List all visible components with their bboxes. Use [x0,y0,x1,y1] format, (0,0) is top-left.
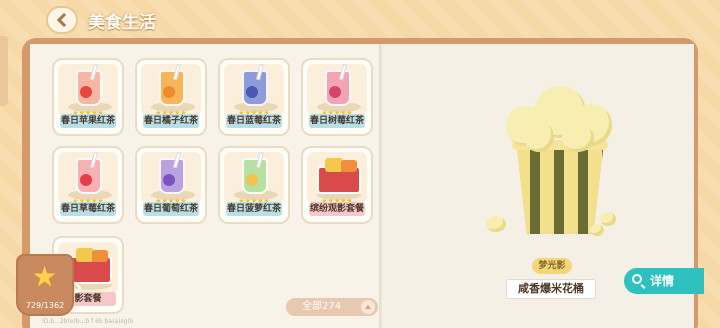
fruit-icon [246,86,258,98]
food-card[interactable]: ★★★★★ 春日橘子红茶 [135,58,207,136]
details-button[interactable]: 详情 [624,268,704,294]
food-card[interactable]: ★★★★★ 缤纷观影套餐 [301,146,373,224]
bucket [516,142,604,234]
popcorn-piece [486,216,506,232]
food-box-icon [92,250,108,262]
meal-tray-icon [317,158,361,194]
popcorn-bucket-illustration [486,84,620,236]
food-box-icon [341,160,357,172]
left-page: ★★★★★ 春日苹果红茶 ★★★★★ 春日橘子红茶 ★★★★★ 春日蓝莓红茶 ★★★★★ 春日… [30,44,380,328]
food-card-label: 春日草莓红茶 [60,202,116,216]
food-card-label: 春日蓝莓红茶 [226,114,282,128]
food-card-label: 春日葡萄红茶 [143,202,199,216]
fruit-icon [80,174,92,186]
chevron-left-icon [56,12,72,28]
food-card[interactable]: ★★★★★ 春日蓝莓红茶 [218,58,290,136]
food-card[interactable]: ★★★★★ 春日树莓红茶 [301,58,373,136]
side-tab [0,36,8,106]
meal-tray-icon [68,248,112,284]
food-card-label: 春日菠萝红茶 [226,202,282,216]
star-icon: ★ [32,260,58,293]
rarity-tag: 梦光影 [532,258,572,274]
popcorn-piece [524,122,554,152]
food-card-label: 春日苹果红茶 [60,114,116,128]
fruit-icon [329,86,341,98]
fruit-icon [163,86,175,98]
fruit-icon [246,174,258,186]
popcorn-piece [562,124,594,152]
uid-text: ID.b...2b(e)b...b f 6b ba(a)sg(b [42,318,134,325]
details-label: 详情 [650,274,675,288]
food-card-label: 缤纷观影套餐 [309,202,365,216]
page-title: 美食生活 [88,13,156,33]
food-card[interactable]: ★★★★★ 春日菠萝红茶 [218,146,290,224]
fruit-icon [163,174,175,186]
chevron-up-icon[interactable] [361,300,375,314]
collection-progress-badge[interactable]: ★ 729/1362 [16,254,74,316]
search-icon [632,274,642,284]
food-card[interactable]: ★★★★★ 春日苹果红茶 [52,58,124,136]
fruit-icon [80,86,92,98]
total-count: 全部274 [302,301,342,312]
food-card[interactable]: ★★★★★ 春日草莓红茶 [52,146,124,224]
food-card-label: 春日树莓红茶 [309,114,365,128]
food-card-label: 春日橘子红茶 [143,114,199,128]
total-count-pill[interactable]: 全部274 [286,298,378,316]
popcorn-piece [590,224,604,236]
popcorn-piece [600,212,616,226]
back-button[interactable] [46,6,78,34]
progress-count: 729/1362 [25,301,65,310]
food-card[interactable]: ★★★★★ 春日葡萄红茶 [135,146,207,224]
item-name: 咸香爆米花桶 [506,279,596,299]
